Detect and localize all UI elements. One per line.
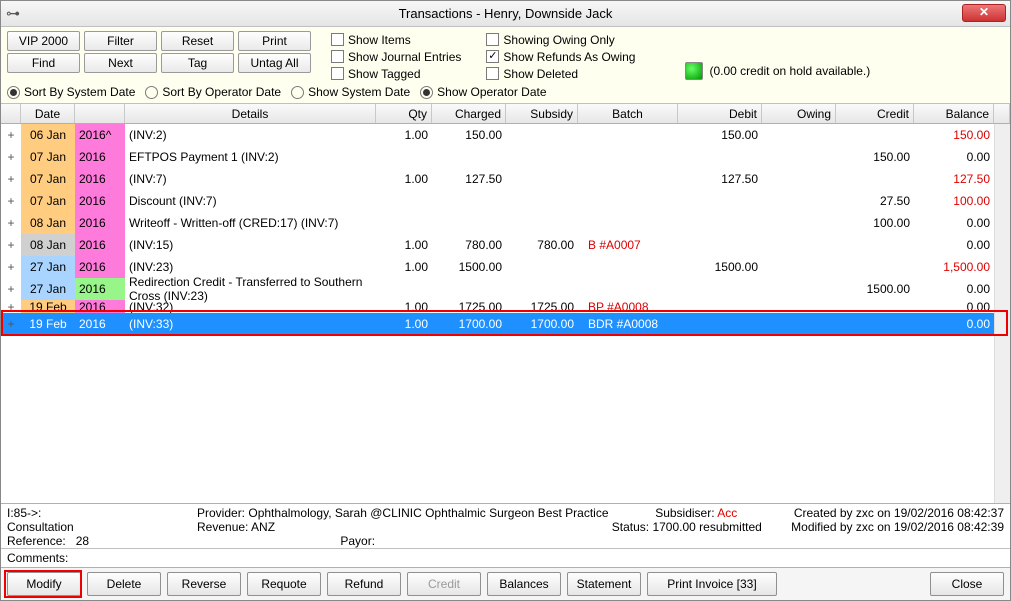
col-qty[interactable]: Qty xyxy=(376,104,432,123)
filter-a-2-label: Show Tagged xyxy=(348,67,421,81)
expand-icon[interactable]: + xyxy=(1,124,21,146)
expand-icon[interactable]: + xyxy=(1,256,21,278)
sort-system-date-label: Sort By System Date xyxy=(24,85,135,99)
table-row[interactable]: +27 Jan2016Redirection Credit - Transfer… xyxy=(1,278,1010,300)
filter-b-0-label: Showing Owing Only xyxy=(503,33,614,47)
col-balance[interactable]: Balance xyxy=(914,104,994,123)
vip-button[interactable]: VIP 2000 xyxy=(7,31,80,51)
toolbar-area: VIP 2000 Filter Reset Print Find Next Ta… xyxy=(1,27,1010,104)
subsidiser-label: Subsidiser: xyxy=(655,506,714,520)
table-row[interactable]: +07 Jan2016(INV:7)1.00127.50127.50127.50 xyxy=(1,168,1010,190)
provider-label: Provider: xyxy=(197,506,245,520)
credit-button: Credit xyxy=(407,572,481,596)
table-row[interactable]: +19 Feb2016(INV:32)1.001725.001725.00BP … xyxy=(1,300,1010,313)
refund-button[interactable]: Refund xyxy=(327,572,401,596)
key-icon: ⊶ xyxy=(1,5,25,22)
credit-on-hold: (0.00 credit on hold available.) xyxy=(685,62,870,80)
grid-header: Date Details Qty Charged Subsidy Batch D… xyxy=(1,104,1010,124)
sort-operator-date-label: Sort By Operator Date xyxy=(162,85,281,99)
filter-b-2-checkbox[interactable]: ✓ xyxy=(486,67,499,80)
filter-b-1-checkbox[interactable]: ✓ xyxy=(486,50,499,63)
status-label: Status: xyxy=(612,520,649,534)
revenue-value: ANZ xyxy=(251,520,275,534)
expand-icon[interactable]: + xyxy=(1,300,21,313)
transactions-window: ⊶ Transactions - Henry, Downside Jack ✕ … xyxy=(0,0,1011,601)
table-row[interactable]: +07 Jan2016Discount (INV:7)27.50100.00 xyxy=(1,190,1010,212)
comments-label: Comments: xyxy=(7,551,68,565)
find-button[interactable]: Find xyxy=(7,53,80,73)
payor-label: Payor: xyxy=(340,534,375,548)
close-button[interactable]: Close xyxy=(930,572,1004,596)
col-date[interactable]: Date xyxy=(21,104,75,123)
filter-a-0-checkbox[interactable]: ✓ xyxy=(331,33,344,46)
col-credit[interactable]: Credit xyxy=(836,104,914,123)
expand-icon[interactable]: + xyxy=(1,168,21,190)
reference-value: 28 xyxy=(76,534,89,548)
info-jobref: I:85->: xyxy=(7,506,197,520)
revenue-label: Revenue: xyxy=(197,520,248,534)
table-row[interactable]: +08 Jan2016Writeoff - Written-off (CRED:… xyxy=(1,212,1010,234)
titlebar: ⊶ Transactions - Henry, Downside Jack ✕ xyxy=(1,1,1010,27)
balances-button[interactable]: Balances xyxy=(487,572,561,596)
table-row[interactable]: +06 Jan2016^(INV:2)1.00150.00150.00150.0… xyxy=(1,124,1010,146)
print-invoice-button[interactable]: Print Invoice [33] xyxy=(647,572,777,596)
show-system-date-label: Show System Date xyxy=(308,85,410,99)
col-subsidy[interactable]: Subsidy xyxy=(506,104,578,123)
status-orb-icon xyxy=(685,62,703,80)
col-batch[interactable]: Batch xyxy=(578,104,678,123)
col-owing[interactable]: Owing xyxy=(762,104,836,123)
filter-a-0-label: Show Items xyxy=(348,33,411,47)
show-system-date-radio[interactable] xyxy=(291,86,304,99)
next-button[interactable]: Next xyxy=(84,53,157,73)
provider-value: Ophthalmology, Sarah @CLINIC Ophthalmic … xyxy=(248,506,608,520)
table-row[interactable]: +08 Jan2016(INV:15)1.00780.00780.00B #A0… xyxy=(1,234,1010,256)
expand-icon[interactable]: + xyxy=(1,212,21,234)
status-value: 1700.00 resubmitted xyxy=(652,520,761,534)
col-charged[interactable]: Charged xyxy=(432,104,506,123)
created-by: Created by zxc on 19/02/2016 08:42:37 xyxy=(774,506,1004,520)
table-row[interactable]: +19 Feb2016(INV:33)1.001700.001700.00BDR… xyxy=(1,313,1010,335)
sort-operator-date-radio[interactable] xyxy=(145,86,158,99)
info-type: Consultation xyxy=(7,520,197,534)
table-row[interactable]: +07 Jan2016EFTPOS Payment 1 (INV:2)150.0… xyxy=(1,146,1010,168)
expand-icon[interactable]: + xyxy=(1,278,21,300)
comments-bar: Comments: xyxy=(1,548,1010,567)
credit-hold-text: (0.00 credit on hold available.) xyxy=(709,64,870,78)
untag-all-button[interactable]: Untag All xyxy=(238,53,311,73)
reset-button[interactable]: Reset xyxy=(161,31,234,51)
subsidiser-value: Acc xyxy=(717,506,737,520)
filter-a-1-checkbox[interactable]: ✓ xyxy=(331,50,344,63)
close-icon[interactable]: ✕ xyxy=(962,4,1006,22)
expand-icon[interactable]: + xyxy=(1,313,21,335)
delete-button[interactable]: Delete xyxy=(87,572,161,596)
filter-a-2-checkbox[interactable]: ✓ xyxy=(331,67,344,80)
sort-system-date-radio[interactable] xyxy=(7,86,20,99)
filter-b-0-checkbox[interactable]: ✓ xyxy=(486,33,499,46)
vertical-scrollbar[interactable] xyxy=(994,124,1010,503)
info-panel: I:85->: Provider: Ophthalmology, Sarah @… xyxy=(1,503,1010,548)
filter-a-1-label: Show Journal Entries xyxy=(348,50,461,64)
col-debit[interactable]: Debit xyxy=(678,104,762,123)
show-operator-date-radio[interactable] xyxy=(420,86,433,99)
col-details[interactable]: Details xyxy=(125,104,376,123)
expand-icon[interactable]: + xyxy=(1,146,21,168)
filter-button[interactable]: Filter xyxy=(84,31,157,51)
reverse-button[interactable]: Reverse xyxy=(167,572,241,596)
grid-body: +06 Jan2016^(INV:2)1.00150.00150.00150.0… xyxy=(1,124,1010,503)
tag-button[interactable]: Tag xyxy=(161,53,234,73)
filter-b-1-label: Show Refunds As Owing xyxy=(503,50,635,64)
modified-by: Modified by zxc on 19/02/2016 08:42:39 xyxy=(774,520,1004,534)
show-operator-date-label: Show Operator Date xyxy=(437,85,546,99)
statement-button[interactable]: Statement xyxy=(567,572,641,596)
filter-b-2-label: Show Deleted xyxy=(503,67,578,81)
requote-button[interactable]: Requote xyxy=(247,572,321,596)
print-button[interactable]: Print xyxy=(238,31,311,51)
expand-icon[interactable]: + xyxy=(1,190,21,212)
expand-icon[interactable]: + xyxy=(1,234,21,256)
reference-label: Reference: xyxy=(7,534,66,548)
button-bar: Modify Delete Reverse Requote Refund Cre… xyxy=(1,567,1010,600)
window-title: Transactions - Henry, Downside Jack xyxy=(1,6,1010,21)
modify-button[interactable]: Modify xyxy=(7,572,81,596)
